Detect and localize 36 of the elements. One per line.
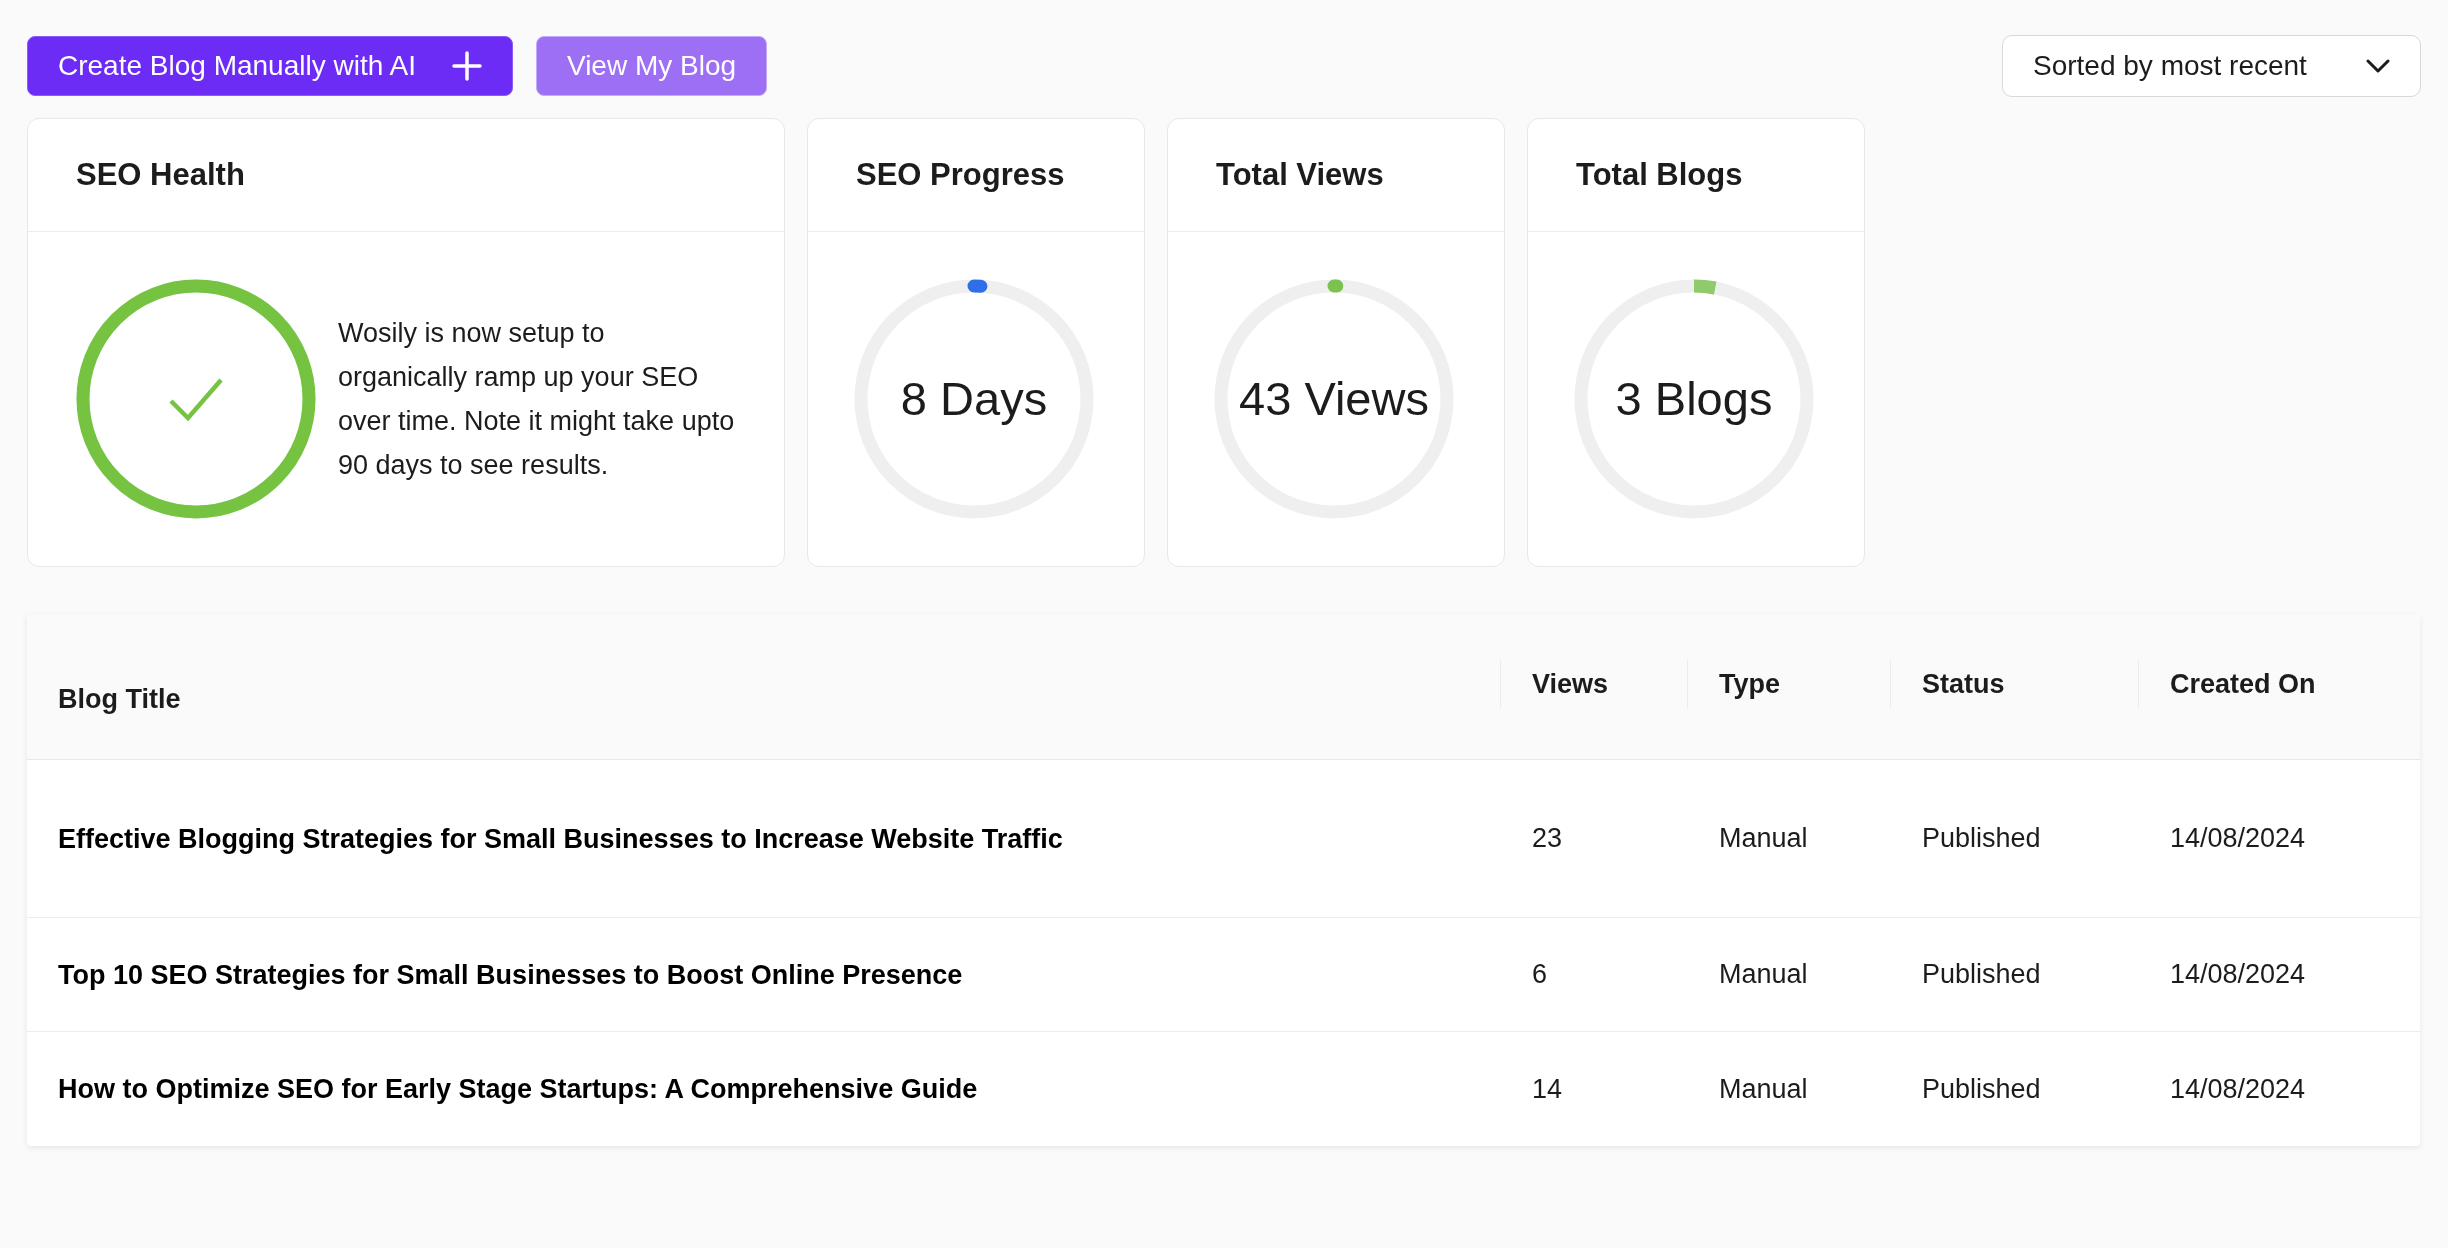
table-cell: 23 [1532,823,1563,854]
chevron-down-icon [2366,59,2390,73]
stat-value: 8 Days [900,370,1048,427]
blog-title: How to Optimize SEO for Early Stage Startups: A Comprehensive Guide [58,1073,979,1106]
column-header: Views [1532,668,1609,701]
table-row[interactable]: Top 10 SEO Strategies for Small Businesses to Boost Online Presence 6 Manual Published 14/08/2024 [27,918,2420,1032]
table-cell: 6 [1532,959,1548,990]
create-blog-button[interactable]: Create Blog Manually with AI [27,36,513,96]
seo-health-message: Wosily is now setup to organically ramp up your SEO over time. Note it might take upto 90 days to see results. [338,317,736,482]
table-row[interactable]: How to Optimize SEO for Early Stage Startups: A Comprehensive Guide 14 Manual Published 14/08/2024 [27,1032,2420,1146]
column-header: Created On [2170,668,2316,701]
card-title: Total Views [1216,155,1384,194]
table-cell: Manual [1719,1073,1808,1104]
card-title: SEO Progress [856,155,1065,194]
table-cell: 14/08/2024 [2170,823,2306,854]
plus-icon [451,51,482,81]
table-row[interactable]: Effective Blogging Strategies for Small Businesses to Increase Website Traffic 23 Manual Published 14/08/2024 [27,760,2420,918]
stat-value: 3 Blogs [1615,370,1773,427]
sort-dropdown[interactable]: Sorted by most recent [2002,35,2421,97]
column-header: Status [1922,668,2005,701]
blog-title: Top 10 SEO Strategies for Small Businesses to Boost Online Presence [58,958,964,992]
table-cell: Published [1922,959,2041,990]
card-title: SEO Health [76,155,245,194]
column-header: Type [1719,668,1780,701]
table-cell: Published [1922,1073,2041,1104]
table-cell: Manual [1719,959,1808,990]
table-cell: Manual [1719,823,1808,854]
table-cell: 14/08/2024 [2170,1073,2306,1104]
table-cell: Published [1922,823,2041,854]
table-cell: 14 [1532,1073,1563,1104]
stat-value: 43 Views [1239,370,1429,427]
checkmark-icon [168,377,224,421]
table-cell: 14/08/2024 [2170,959,2306,990]
column-header: Blog Title [58,682,181,716]
blog-title: Effective Blogging Strategies for Small Businesses to Increase Website Traffic [58,822,1064,856]
card-title: Total Blogs [1576,155,1743,194]
